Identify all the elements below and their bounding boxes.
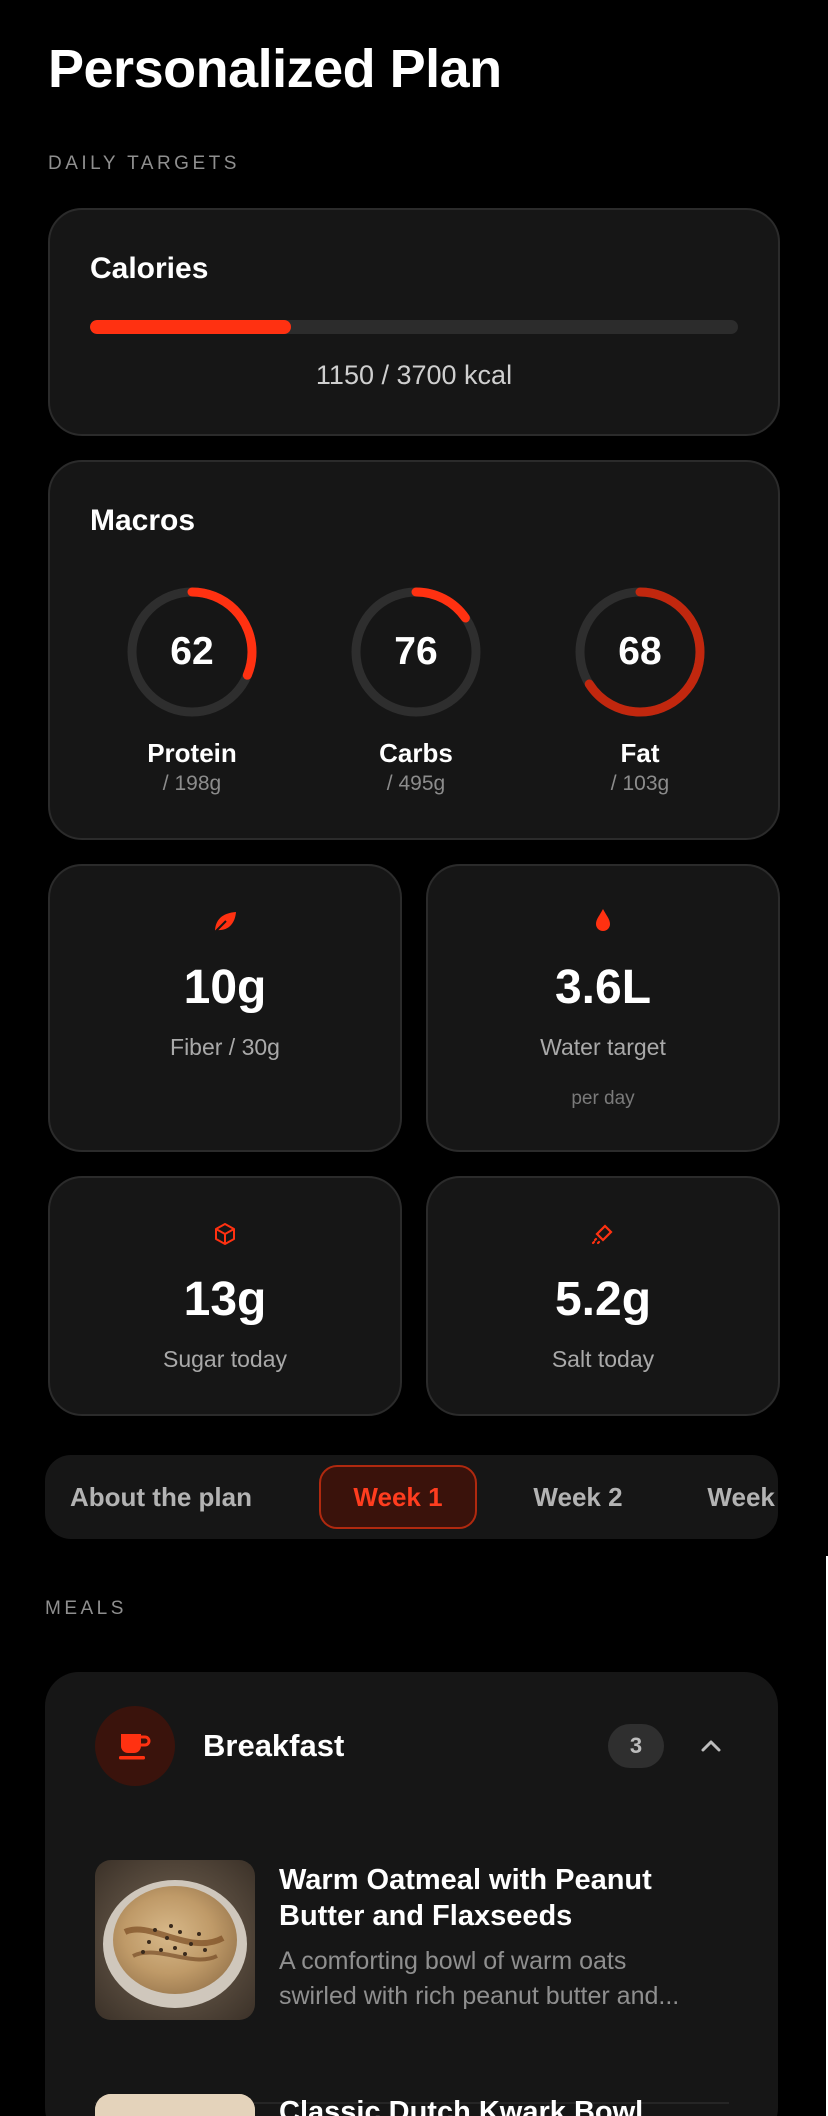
section-label-daily-targets: DAILY TARGETS xyxy=(48,153,240,174)
sugar-card: 13g Sugar today xyxy=(48,1176,402,1416)
breakfast-card: Breakfast 3 Warm Oatmeal with Peanut But… xyxy=(45,1672,778,2116)
oatmeal-image[interactable] xyxy=(95,1860,255,2020)
sugar-value: 13g xyxy=(183,1273,267,1326)
tab-about-the-plan[interactable]: About the plan xyxy=(55,1465,267,1529)
carbs-value: 76 xyxy=(394,630,438,673)
page-title: Personalized Plan xyxy=(48,39,502,99)
kwark-bowl-image[interactable] xyxy=(95,2094,255,2116)
chevron-up-icon[interactable] xyxy=(693,1728,729,1764)
salt-card: 5.2g Salt today xyxy=(426,1176,780,1416)
macros-card: Macros 62 Protein / 198g 76 Carbs / 495g… xyxy=(48,460,780,840)
fat-ring: 68 xyxy=(570,582,710,722)
calories-progress-bar xyxy=(90,320,738,334)
cube-icon xyxy=(50,1222,400,1246)
coffee-cup-icon xyxy=(95,1706,175,1786)
water-sub: per day xyxy=(571,1088,635,1109)
water-card: 3.6L Water target per day xyxy=(426,864,780,1152)
section-label-meals: MEALS xyxy=(45,1598,127,1619)
water-drop-icon xyxy=(428,908,778,932)
oatmeal-description-line-1: A comforting bowl of warm oats xyxy=(279,1947,627,1975)
fiber-label: Fiber / 30g xyxy=(170,1034,280,1060)
salt-value: 5.2g xyxy=(554,1273,652,1326)
protein-ring: 62 xyxy=(122,582,262,722)
calories-card: Calories 1150 / 3700 kcal xyxy=(48,208,780,436)
tab-week-3[interactable]: Week 3 xyxy=(681,1465,778,1529)
fat-value: 68 xyxy=(618,630,662,673)
salt-label: Salt today xyxy=(551,1346,655,1372)
macros-title: Macros xyxy=(90,504,196,537)
oatmeal-description: A comforting bowl of warm oats swirled w… xyxy=(279,1944,729,2014)
calories-value: 1150 / 3700 kcal xyxy=(315,360,513,390)
fiber-value: 10g xyxy=(183,961,267,1014)
protein-value: 62 xyxy=(170,630,214,673)
carbs-ring: 76 xyxy=(346,582,486,722)
breakfast-title: Breakfast xyxy=(203,1728,345,1763)
leaf-icon xyxy=(50,910,400,934)
protein-target: / 198g xyxy=(162,772,222,795)
salt-shaker-icon xyxy=(428,1222,778,1246)
calories-title: Calories xyxy=(90,252,209,285)
breakfast-count-badge: 3 xyxy=(608,1724,664,1768)
carbs-target: / 495g xyxy=(386,772,446,795)
oatmeal-description-line-2: swirled with rich peanut butter and... xyxy=(279,1982,680,2010)
protein-label: Protein xyxy=(147,738,237,768)
sugar-label: Sugar today xyxy=(162,1346,288,1372)
water-value: 3.6L xyxy=(554,961,652,1014)
carbs-label: Carbs xyxy=(379,738,453,768)
plan-tabs: About the plan Week 1 Week 2 Week 3 xyxy=(45,1455,778,1539)
tab-week-2[interactable]: Week 2 xyxy=(507,1465,649,1529)
tab-week-1[interactable]: Week 1 xyxy=(319,1465,477,1529)
oatmeal-title[interactable]: Warm Oatmeal with Peanut Butter and Flax… xyxy=(279,1862,729,1934)
calories-progress-fill xyxy=(90,320,292,334)
fiber-card: 10g Fiber / 30g xyxy=(48,864,402,1152)
water-label: Water target xyxy=(540,1034,666,1060)
fat-label: Fat xyxy=(620,738,660,768)
fat-target: / 103g xyxy=(610,772,670,795)
kwark-bowl-title[interactable]: Classic Dutch Kwark Bowl xyxy=(279,2094,729,2116)
